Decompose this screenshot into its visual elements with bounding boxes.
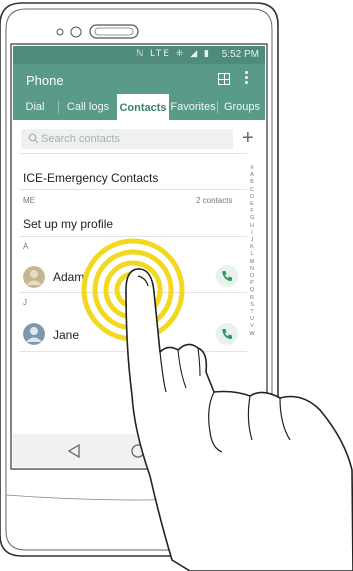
tap-gesture-illustration — [81, 238, 353, 571]
